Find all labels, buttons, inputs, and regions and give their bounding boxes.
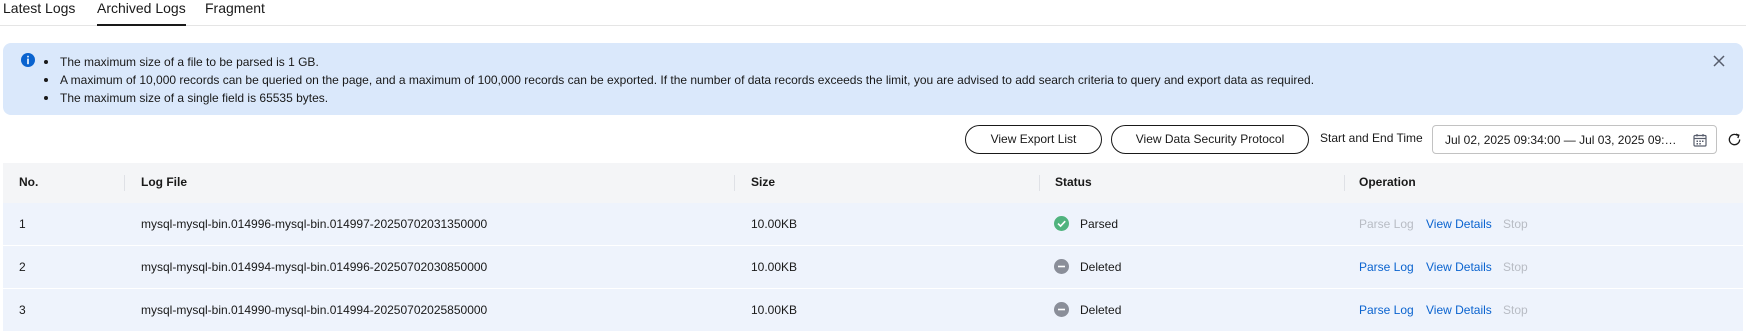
close-icon[interactable] <box>1712 54 1726 68</box>
row-number: 2 <box>19 260 26 274</box>
success-check-icon <box>1054 216 1069 231</box>
row-number: 1 <box>19 217 26 231</box>
file-size: 10.00KB <box>751 260 798 274</box>
tab-fragment[interactable]: Fragment <box>205 0 265 26</box>
log-tabs: Latest Logs Archived Logs Fragment <box>0 0 1746 26</box>
status-text: Parsed <box>1080 217 1119 231</box>
info-notice: The maximum size of a file to be parsed … <box>3 43 1743 115</box>
status-text: Deleted <box>1080 303 1122 317</box>
column-divider <box>1039 175 1040 191</box>
view-details-link[interactable]: View Details <box>1426 303 1492 317</box>
column-header-status: Status <box>1055 175 1092 189</box>
view-details-link[interactable]: View Details <box>1426 217 1492 231</box>
parse-log-link[interactable]: Parse Log <box>1359 260 1414 274</box>
calendar-icon <box>1693 134 1707 147</box>
notice-list: The maximum size of a file to be parsed … <box>43 53 1315 107</box>
notice-item: The maximum size of a single field is 65… <box>43 89 1314 107</box>
column-header-operation: Operation <box>1359 175 1416 189</box>
tab-latest-logs[interactable]: Latest Logs <box>3 0 75 26</box>
parse-log-link[interactable]: Parse Log <box>1359 217 1414 231</box>
stop-link[interactable]: Stop <box>1503 217 1528 231</box>
status-text: Deleted <box>1080 260 1122 274</box>
column-divider <box>124 175 125 191</box>
stop-link[interactable]: Stop <box>1503 303 1528 317</box>
parse-log-link[interactable]: Parse Log <box>1359 303 1414 317</box>
column-header-size: Size <box>751 175 776 189</box>
table-row: 3 mysql-mysql-bin.014990-mysql-bin.01499… <box>3 289 1743 332</box>
file-size: 10.00KB <box>751 303 798 317</box>
tab-archived-logs[interactable]: Archived Logs <box>97 0 186 26</box>
column-header-no: No. <box>19 175 39 189</box>
stop-link[interactable]: Stop <box>1503 260 1528 274</box>
refresh-icon[interactable] <box>1727 132 1742 147</box>
notice-item: A maximum of 10,000 records can be queri… <box>43 73 1315 87</box>
column-divider <box>1344 175 1345 191</box>
log-file-name: mysql-mysql-bin.014994-mysql-bin.014996-… <box>141 260 488 274</box>
view-data-security-protocol-button[interactable]: View Data Security Protocol <box>1111 125 1309 154</box>
view-export-list-button[interactable]: View Export List <box>965 125 1102 154</box>
table-row: 1 mysql-mysql-bin.014996-mysql-bin.01499… <box>3 203 1743 246</box>
view-details-link[interactable]: View Details <box>1426 260 1492 274</box>
deleted-minus-icon <box>1054 259 1069 274</box>
column-header-log-file: Log File <box>141 175 187 189</box>
file-size: 10.00KB <box>751 217 798 231</box>
deleted-minus-icon <box>1054 302 1069 317</box>
table-header: No. Log File Size Status Operation <box>3 163 1743 203</box>
time-range-value: Jul 02, 2025 09:34:00 — Jul 03, 2025 09:… <box>1445 133 1681 147</box>
row-number: 3 <box>19 303 26 317</box>
info-icon <box>21 53 35 67</box>
column-divider <box>734 175 735 191</box>
start-end-time-label: Start and End Time <box>1320 131 1423 145</box>
notice-item: The maximum size of a file to be parsed … <box>43 53 1314 71</box>
log-file-name: mysql-mysql-bin.014990-mysql-bin.014994-… <box>141 303 488 317</box>
log-file-name: mysql-mysql-bin.014996-mysql-bin.014997-… <box>141 217 488 231</box>
time-range-picker[interactable]: Jul 02, 2025 09:34:00 — Jul 03, 2025 09:… <box>1432 125 1717 154</box>
table-row: 2 mysql-mysql-bin.014994-mysql-bin.01499… <box>3 246 1743 289</box>
